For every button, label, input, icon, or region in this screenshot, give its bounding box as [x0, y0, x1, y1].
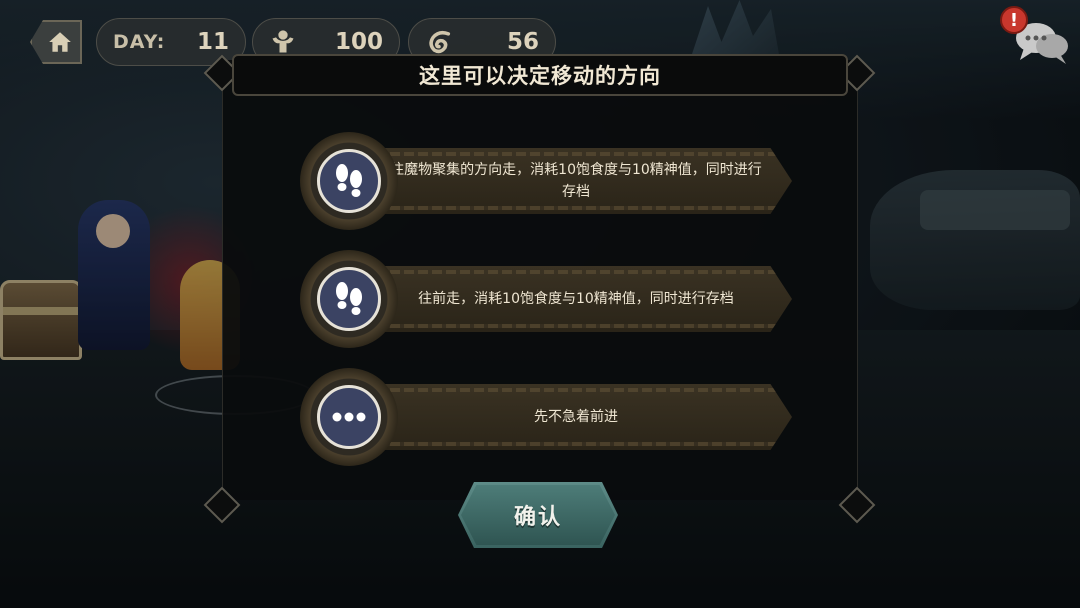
muscle-icon: [272, 30, 294, 53]
confirm-label: 确认: [513, 505, 562, 530]
dialog-title: 这里可以决定移动的方向: [419, 64, 661, 88]
option-monster-direction[interactable]: 往魔物聚集的方向走，消耗10饱食度与10精神值，同时进行存档: [300, 132, 792, 230]
ellipsis-icon: [332, 412, 366, 422]
option-text: 往前走，消耗10饱食度与10精神值，同时进行存档: [418, 291, 734, 307]
satiety-value: 100: [334, 29, 383, 55]
option-medal: [300, 132, 398, 230]
dialog-title-bar: 这里可以决定移动的方向: [232, 54, 848, 96]
option-medal: [300, 368, 398, 466]
confirm-button[interactable]: 确认: [458, 482, 618, 548]
footprints-icon: [336, 164, 362, 197]
swirl-icon: [429, 30, 451, 54]
option-move-forward[interactable]: 往前走，消耗10饱食度与10精神值，同时进行存档: [300, 250, 792, 348]
footprints-icon: [336, 282, 362, 315]
option-banner: 往魔物聚集的方向走，消耗10饱食度与10精神值，同时进行存档: [362, 148, 792, 214]
option-banner: 往前走，消耗10饱食度与10精神值，同时进行存档: [362, 266, 792, 332]
option-medal: [300, 250, 398, 348]
day-value: 11: [196, 29, 229, 55]
home-icon: [49, 32, 71, 52]
option-banner: 先不急着前进: [362, 384, 792, 450]
spirit-value: 56: [506, 29, 539, 55]
notification-badge: !: [1000, 6, 1028, 34]
day-label: DAY:: [113, 31, 166, 53]
option-text: 往魔物聚集的方向走，消耗10饱食度与10精神值，同时进行存档: [390, 162, 762, 200]
option-wait[interactable]: 先不急着前进: [300, 368, 792, 466]
option-text: 先不急着前进: [534, 409, 618, 425]
